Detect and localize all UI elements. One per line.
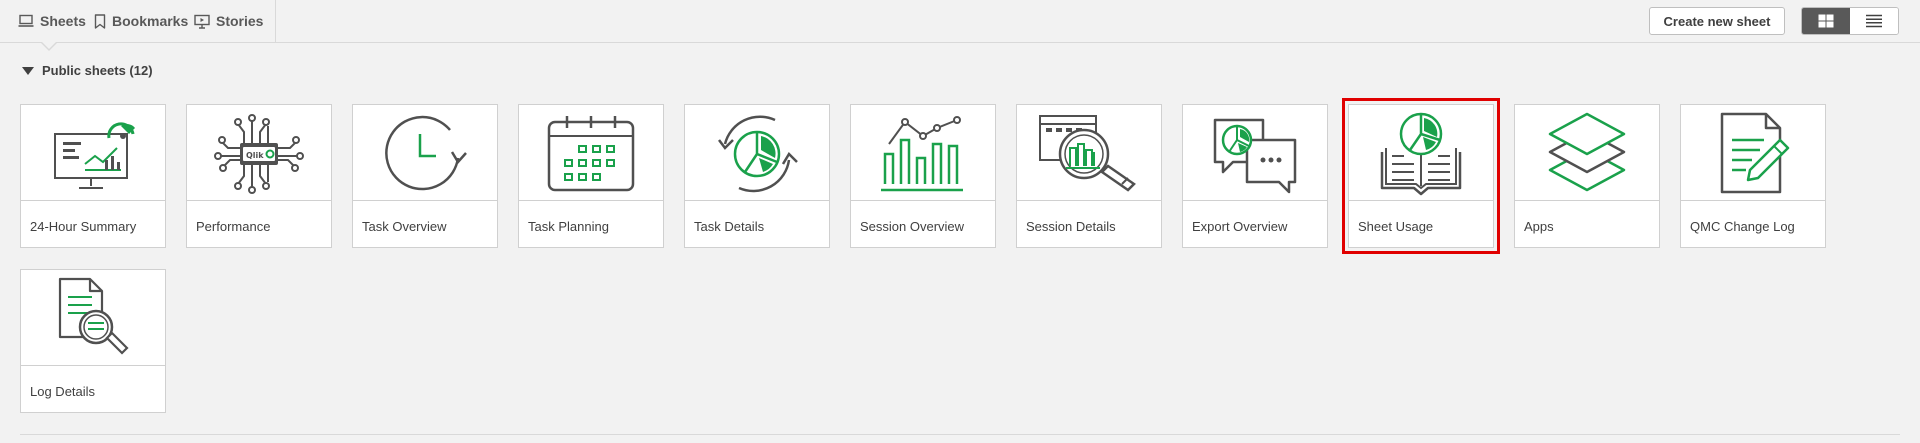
card-divider <box>519 200 663 201</box>
sheet-card-label: 24-Hour Summary <box>30 219 137 234</box>
sheet-card-task-planning[interactable]: Task Planning <box>518 104 664 248</box>
active-tab-indicator <box>40 41 58 51</box>
sheet-card-session-details[interactable]: Session Details <box>1016 104 1162 248</box>
create-new-sheet-button[interactable]: Create new sheet <box>1649 7 1785 35</box>
sheet-card-label: Task Planning <box>528 219 609 234</box>
sheet-thumbnail <box>353 105 497 200</box>
view-toggle <box>1801 7 1899 35</box>
document-magnify-icon <box>58 277 129 355</box>
laptop-icon <box>18 14 34 27</box>
sheet-card-label: QMC Change Log <box>1690 219 1795 234</box>
nav-tab-sheets-label: Sheets <box>40 13 86 29</box>
sheet-card-task-overview[interactable]: Task Overview <box>352 104 498 248</box>
dashboard-monitor-icon <box>54 121 135 189</box>
caret-down-icon <box>22 66 34 75</box>
sheet-card-sheet-usage[interactable]: Sheet Usage <box>1342 98 1500 254</box>
list-view-button[interactable] <box>1850 8 1898 34</box>
sheet-thumbnail <box>519 105 663 200</box>
sheet-card-task-details[interactable]: Task Details <box>684 104 830 248</box>
card-divider <box>1017 200 1161 201</box>
sheet-thumbnail <box>685 105 829 200</box>
sheet-card-24-hour-summary[interactable]: 24-Hour Summary <box>20 104 166 248</box>
card-divider <box>1681 200 1825 201</box>
nav-tab-bookmarks[interactable]: Bookmarks <box>94 11 188 31</box>
card-divider <box>187 200 331 201</box>
card-divider <box>685 200 829 201</box>
nav-tab-stories[interactable]: Stories <box>194 11 263 31</box>
bar-line-chart-icon <box>881 115 963 191</box>
sheet-card-log-details[interactable]: Log Details <box>20 269 166 413</box>
sheet-card-apps[interactable]: Apps <box>1514 104 1660 248</box>
top-bar: Sheets Bookmarks Stories Create new shee… <box>0 0 1920 51</box>
sheet-card-label: Log Details <box>30 384 96 399</box>
nav-tab-bookmarks-label: Bookmarks <box>112 13 189 29</box>
asset-nav: Sheets Bookmarks Stories <box>0 0 276 42</box>
sheet-thumbnail <box>851 105 995 200</box>
pie-refresh-icon <box>718 114 798 192</box>
card-divider <box>1515 200 1659 201</box>
sheet-card-label: Task Details <box>694 219 765 234</box>
sheet-card-label: Performance <box>196 219 271 234</box>
svg-text:Qlik: Qlik <box>246 151 264 160</box>
chat-bubbles-icon <box>1213 118 1297 193</box>
layers-icon <box>1548 112 1626 191</box>
document-pencil-icon <box>1720 112 1790 193</box>
sheet-thumbnail <box>1349 105 1493 200</box>
sheet-card-label: Export Overview <box>1192 219 1288 234</box>
card-divider <box>1349 200 1493 201</box>
card-divider <box>353 200 497 201</box>
sheet-card-label: Apps <box>1524 219 1554 234</box>
sheet-thumbnail <box>21 270 165 365</box>
sheet-thumbnail: Qlik <box>187 105 331 200</box>
sheet-card-export-overview[interactable]: Export Overview <box>1182 104 1328 248</box>
sheet-thumbnail <box>1515 105 1659 200</box>
section-bottom-divider <box>20 434 1900 435</box>
nav-tab-stories-label: Stories <box>216 13 264 29</box>
sheet-thumbnail <box>1183 105 1327 200</box>
public-sheets-header[interactable]: Public sheets (12) <box>22 63 153 78</box>
magnify-chart-icon <box>1039 114 1136 192</box>
sheet-thumbnail <box>1017 105 1161 200</box>
card-divider <box>1183 200 1327 201</box>
grid-view-button[interactable] <box>1802 8 1850 34</box>
nav-tab-sheets[interactable]: Sheets <box>18 11 86 31</box>
sheet-thumbnail <box>21 105 165 200</box>
bookmark-icon <box>94 13 106 29</box>
sheet-card-label: Session Overview <box>860 219 965 234</box>
sheet-card-label: Session Details <box>1026 219 1116 234</box>
public-sheets-title: Public sheets (12) <box>42 63 153 78</box>
sheet-card-qmc-change-log[interactable]: QMC Change Log <box>1680 104 1826 248</box>
presentation-icon <box>194 14 210 29</box>
list-icon <box>1866 14 1882 28</box>
card-divider <box>21 365 165 366</box>
card-divider <box>21 200 165 201</box>
calendar-icon <box>547 115 635 191</box>
circuit-chip-icon: Qlik <box>214 113 304 194</box>
card-divider <box>851 200 995 201</box>
clock-refresh-icon <box>385 115 467 190</box>
sheet-card-label: Task Overview <box>362 219 447 234</box>
grid-icon <box>1818 14 1834 28</box>
sheet-card-session-overview[interactable]: Session Overview <box>850 104 996 248</box>
sheet-thumbnail <box>1681 105 1825 200</box>
book-pie-icon <box>1380 112 1462 195</box>
sheet-card-performance[interactable]: Qlik Performance <box>186 104 332 248</box>
sheet-card-label: Sheet Usage <box>1358 219 1434 234</box>
